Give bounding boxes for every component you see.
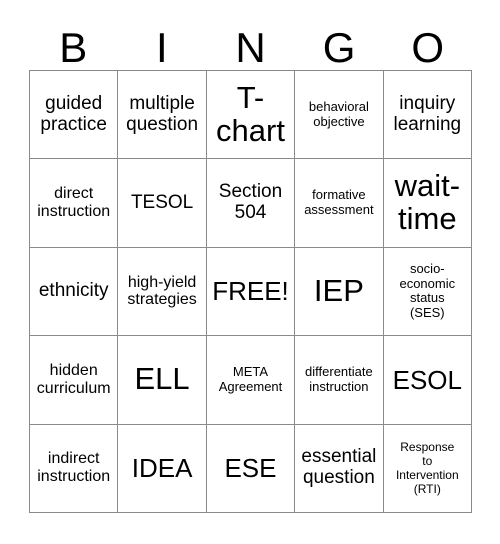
bingo-cell[interactable]: ESE bbox=[206, 424, 296, 513]
bingo-cell[interactable]: inquiry learning bbox=[383, 71, 472, 160]
free-space-label: FREE! bbox=[212, 276, 289, 307]
bingo-cell[interactable]: indirect instruction bbox=[30, 424, 119, 513]
bingo-cell-label: TESOL bbox=[130, 191, 194, 213]
header-letter-o: O bbox=[411, 24, 444, 71]
bingo-cell-label: hidden curriculum bbox=[36, 361, 111, 397]
bingo-cell-label: differentiate instruction bbox=[305, 363, 373, 394]
bingo-cell-label: direct instruction bbox=[37, 185, 111, 221]
bingo-cell[interactable]: hidden curriculum bbox=[30, 336, 119, 425]
bingo-cell-label: wait- time bbox=[394, 168, 461, 237]
bingo-cell-label: IEP bbox=[313, 273, 364, 309]
bingo-cell-label: socio- economic status (SES) bbox=[399, 260, 456, 321]
bingo-cell[interactable]: ethnicity bbox=[30, 247, 119, 337]
bingo-grid: guided practice multiple question T- cha… bbox=[29, 70, 472, 513]
bingo-cell-label: high-yield strategies bbox=[127, 273, 197, 309]
bingo-cell-label: T- chart bbox=[216, 79, 285, 148]
bingo-cell-label: ethnicity bbox=[38, 280, 109, 302]
bingo-cell-label: indirect instruction bbox=[37, 450, 111, 486]
bingo-cell[interactable]: essential question bbox=[295, 424, 384, 513]
bingo-cell[interactable]: Response to Intervention (RTI) bbox=[383, 424, 472, 513]
bingo-cell-label: behavioral objective bbox=[308, 98, 369, 129]
bingo-cell[interactable]: ELL bbox=[118, 336, 207, 425]
bingo-cell-label: Response to Intervention (RTI) bbox=[395, 439, 459, 497]
header-letter-g: G bbox=[322, 24, 356, 71]
bingo-cell[interactable]: META Agreement bbox=[206, 336, 296, 425]
bingo-cell-label: ESE bbox=[224, 453, 277, 484]
bingo-cell-label: IDEA bbox=[131, 453, 193, 484]
bingo-cell[interactable]: multiple question bbox=[118, 71, 207, 160]
bingo-cell-label: META Agreement bbox=[218, 363, 283, 394]
bingo-cell-free-space[interactable]: FREE! bbox=[206, 247, 296, 337]
bingo-cell[interactable]: T- chart bbox=[206, 71, 296, 160]
bingo-cell[interactable]: high-yield strategies bbox=[118, 247, 207, 337]
header-letter-i: I bbox=[156, 24, 168, 71]
bingo-cell-label: guided practice bbox=[40, 92, 107, 135]
bingo-cell[interactable]: socio- economic status (SES) bbox=[383, 247, 472, 337]
bingo-cell[interactable]: Section 504 bbox=[206, 159, 296, 248]
header-letter-n: N bbox=[235, 24, 266, 71]
bingo-cell[interactable]: differentiate instruction bbox=[295, 336, 384, 425]
bingo-cell[interactable]: behavioral objective bbox=[295, 71, 384, 160]
header-letter-b: B bbox=[59, 24, 88, 71]
bingo-cell-label: Section 504 bbox=[218, 181, 283, 224]
bingo-cell-label: essential question bbox=[301, 446, 377, 489]
bingo-cell-label: ELL bbox=[134, 361, 190, 397]
bingo-cell[interactable]: IDEA bbox=[118, 424, 207, 513]
bingo-cell[interactable]: formative assessment bbox=[295, 159, 384, 248]
bingo-card: B I N G O guided practice multiple quest… bbox=[29, 14, 472, 514]
bingo-cell[interactable]: ESOL bbox=[383, 336, 472, 425]
bingo-cell[interactable]: IEP bbox=[295, 247, 384, 337]
bingo-cell[interactable]: TESOL bbox=[118, 159, 207, 248]
bingo-cell-label: ESOL bbox=[392, 364, 462, 395]
bingo-header-row: B I N G O bbox=[29, 14, 472, 70]
bingo-cell[interactable]: wait- time bbox=[383, 159, 472, 248]
bingo-cell-label: multiple question bbox=[126, 92, 199, 135]
bingo-cell[interactable]: guided practice bbox=[30, 71, 119, 160]
bingo-cell-label: inquiry learning bbox=[393, 92, 462, 135]
bingo-cell-label: formative assessment bbox=[304, 187, 374, 218]
bingo-cell[interactable]: direct instruction bbox=[30, 159, 119, 248]
